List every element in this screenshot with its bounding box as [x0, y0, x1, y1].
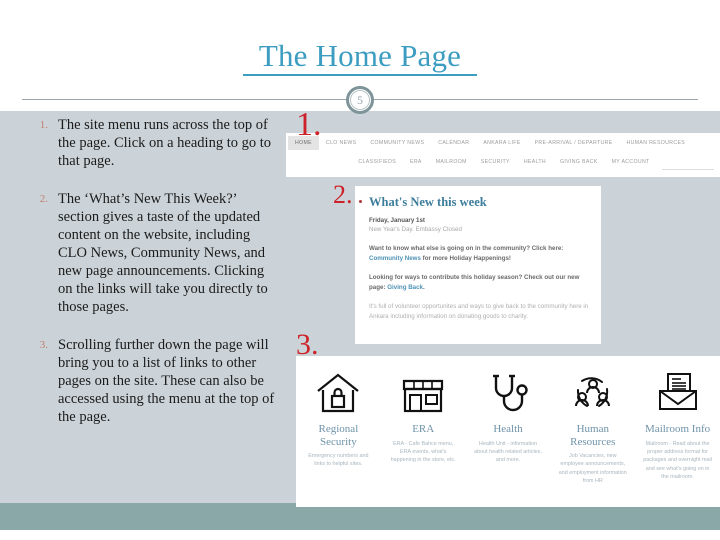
stethoscope-icon	[469, 366, 547, 420]
whats-new-paragraph-2: Looking for ways to contribute this holi…	[369, 273, 589, 292]
whats-new-heading: What's New this week	[369, 195, 487, 209]
tile-description: Mailroom - Read about the proper address…	[643, 440, 712, 481]
menu-item-pre-arrival-departure[interactable]: PRE-ARRIVAL / DEPARTURE	[528, 140, 620, 146]
menu-item-security[interactable]: SECURITY	[474, 159, 517, 165]
tile-health[interactable]: Health Health Unit - information about h…	[469, 366, 547, 507]
callout-number-2: 2.	[333, 180, 353, 209]
tile-title: Health	[493, 423, 523, 435]
title-underline	[243, 74, 477, 76]
list-item: 2. The ‘What’s New This Week?’ section g…	[16, 190, 286, 316]
menu-item-health[interactable]: HEALTH	[517, 159, 553, 165]
list-item-number: 2.	[39, 193, 48, 205]
site-menu-row-2: CLASSIFIEDS ERA MAILROOM SECURITY HEALTH…	[286, 152, 720, 171]
callout-number-1: 1.	[296, 106, 322, 143]
tile-description: Job Vacancies, new employee announcement…	[558, 453, 627, 485]
screenshot-whats-new-panel: What's New this week Friday, January 1st…	[355, 186, 601, 344]
bullet-icon	[359, 200, 362, 203]
menu-item-ankara-life[interactable]: ANKARA LIFE	[476, 140, 527, 146]
whats-new-subtitle: New Year's Day. Embassy Closed	[369, 226, 462, 233]
whats-new-paragraph-3: It's full of volunteer opportunites and …	[369, 303, 589, 320]
tile-title: Mailroom Info	[645, 423, 711, 435]
menu-item-community-news[interactable]: COMMUNITY NEWS	[363, 140, 431, 146]
page-number-badge-ring	[350, 90, 370, 110]
tile-title: Human Resources	[570, 423, 616, 448]
menu-item-human-resources[interactable]: HUMAN RESOURCES	[620, 140, 693, 146]
people-circle-icon	[554, 366, 632, 420]
page-title: The Home Page	[258, 38, 462, 73]
site-menu-rule	[662, 169, 714, 170]
storefront-icon	[384, 366, 462, 420]
tile-human-resources[interactable]: Human Resources Job Vacancies, new emplo…	[554, 366, 632, 507]
tile-era[interactable]: ERA ERA - Cafe Bahce menu, ERA events, w…	[384, 366, 462, 507]
tile-description: Emergency numbers and links to helpful s…	[308, 453, 369, 468]
list-item-text: The ‘What’s New This Week?’ section give…	[58, 191, 268, 315]
list-item-number: 1.	[39, 119, 48, 131]
instruction-list: 1. The site menu runs across the top of …	[16, 116, 286, 446]
slide-footer-spacer	[0, 530, 720, 540]
slide: The Home Page 5 1. The site menu runs ac…	[0, 0, 720, 540]
menu-item-mailroom[interactable]: MAILROOM	[429, 159, 474, 165]
whats-new-date: Friday, January 1st	[369, 217, 425, 224]
callout-number-3: 3.	[296, 328, 319, 361]
tile-description: Health Unit - information about health r…	[474, 440, 542, 464]
list-item-text: Scrolling further down the page will bri…	[58, 337, 275, 425]
tile-regional-security[interactable]: Regional Security Emergency numbers and …	[299, 366, 377, 507]
list-item: 1. The site menu runs across the top of …	[16, 116, 286, 170]
tile-title: ERA	[412, 423, 435, 435]
menu-item-calendar[interactable]: CALENDAR	[431, 140, 476, 146]
screenshot-site-menu: HOME CLO NEWS COMMUNITY NEWS CALENDAR AN…	[286, 133, 720, 177]
slide-footer-bar	[0, 503, 720, 530]
menu-item-classifieds[interactable]: CLASSIFIEDS	[351, 159, 403, 165]
tile-mailroom-info[interactable]: Mailroom Info Mailroom - Read about the …	[639, 366, 717, 507]
list-item: 3. Scrolling further down the page will …	[16, 336, 286, 426]
paragraph-2-tail: .	[423, 283, 425, 291]
list-item-number: 3.	[39, 339, 48, 351]
list-item-text: The site menu runs across the top of the…	[58, 117, 272, 169]
screenshot-category-tiles: Regional Security Emergency numbers and …	[296, 356, 720, 507]
giving-back-link[interactable]: Giving Back	[387, 284, 423, 291]
whats-new-paragraph-1: Want to know what else is going on in th…	[369, 244, 589, 263]
house-lock-icon	[299, 366, 377, 420]
community-news-link[interactable]: Community News	[369, 255, 421, 262]
tile-title: Regional Security	[318, 423, 359, 448]
menu-item-my-account[interactable]: MY ACCOUNT	[605, 159, 657, 165]
menu-item-era[interactable]: ERA	[403, 159, 429, 165]
paragraph-1-lead: Want to know what else is going on in th…	[369, 245, 564, 252]
menu-item-clo-news[interactable]: CLO NEWS	[319, 140, 363, 146]
envelope-letter-icon	[639, 366, 717, 420]
menu-item-giving-back[interactable]: GIVING BACK	[553, 159, 605, 165]
tile-description: ERA - Cafe Bahce menu, ERA events, what'…	[390, 440, 456, 464]
site-menu-row-1: HOME CLO NEWS COMMUNITY NEWS CALENDAR AN…	[286, 133, 720, 152]
paragraph-1-tail: for more Holiday Happenings!	[420, 254, 511, 262]
